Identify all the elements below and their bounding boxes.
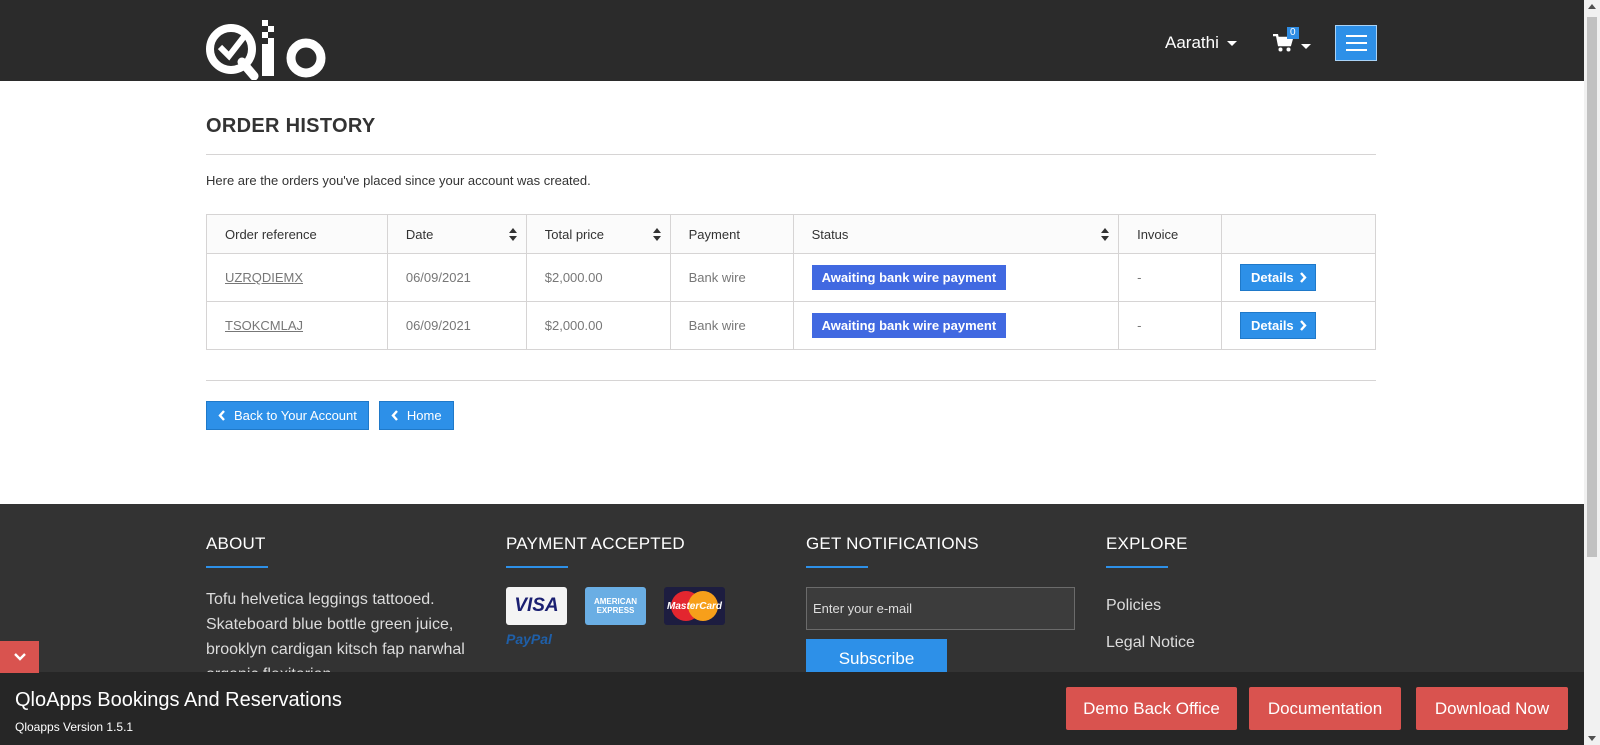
title-underline xyxy=(806,566,868,568)
order-date: 06/09/2021 xyxy=(386,253,527,302)
paypal-icon: PayPal xyxy=(506,631,725,647)
order-reference-cell: UZRQDIEMX xyxy=(206,253,388,302)
chevron-down-icon xyxy=(1226,40,1237,46)
header-payment: Payment xyxy=(669,214,794,254)
order-payment: Bank wire xyxy=(669,301,794,350)
scroll-down-arrow-icon[interactable] xyxy=(1588,736,1596,741)
back-to-account-label: Back to Your Account xyxy=(234,408,357,423)
footer-payment: PAYMENT ACCEPTED VISA AMERICAN EXPRESS M… xyxy=(506,534,725,647)
policies-link[interactable]: Policies xyxy=(1106,587,1316,624)
amex-card-icon: AMERICAN EXPRESS xyxy=(585,587,646,625)
demo-back-office-button[interactable]: Demo Back Office xyxy=(1066,687,1237,730)
demo-bar: QloApps Bookings And Reservations Qloapp… xyxy=(0,672,1584,745)
title-underline xyxy=(1106,566,1168,568)
chevron-left-icon xyxy=(391,410,398,421)
legal-notice-link[interactable]: Legal Notice xyxy=(1106,624,1316,661)
page-title: ORDER HISTORY xyxy=(206,115,1376,155)
section-divider xyxy=(206,380,1376,381)
order-reference-cell: TSOKCMLAJ xyxy=(206,301,388,350)
order-reference-link[interactable]: UZRQDIEMX xyxy=(225,270,303,285)
header-order-reference: Order reference xyxy=(206,214,388,254)
sort-icon[interactable] xyxy=(652,228,661,241)
order-total: $2,000.00 xyxy=(525,253,671,302)
header-invoice: Invoice xyxy=(1118,214,1223,254)
header-total-label: Total price xyxy=(544,226,604,242)
collapse-demo-bar-button[interactable] xyxy=(0,641,39,673)
order-total: $2,000.00 xyxy=(525,301,671,350)
back-to-account-button[interactable]: Back to Your Account xyxy=(206,401,369,430)
footer-explore-title: EXPLORE xyxy=(1106,534,1188,553)
footer-nav-buttons: Back to Your Account Home xyxy=(206,401,1376,430)
intro-text: Here are the orders you've placed since … xyxy=(206,173,591,188)
order-payment: Bank wire xyxy=(669,253,794,302)
details-label: Details xyxy=(1251,318,1294,333)
order-date: 06/09/2021 xyxy=(386,301,527,350)
demo-bar-title: QloApps Bookings And Reservations xyxy=(15,689,342,711)
order-invoice: - xyxy=(1118,253,1223,302)
chevron-left-icon xyxy=(218,410,225,421)
page-scrollbar[interactable] xyxy=(1584,0,1600,745)
home-button[interactable]: Home xyxy=(378,401,454,430)
details-button[interactable]: Details xyxy=(1240,264,1316,291)
header-actions xyxy=(1221,214,1376,254)
header-date[interactable]: Date xyxy=(386,214,527,254)
header-total-price[interactable]: Total price xyxy=(525,214,671,254)
home-label: Home xyxy=(406,408,442,423)
sort-icon[interactable] xyxy=(1101,228,1110,241)
qlo-logo[interactable] xyxy=(206,18,332,81)
footer-payment-title: PAYMENT ACCEPTED xyxy=(506,534,685,553)
demo-bar-version: Qloapps Version 1.5.1 xyxy=(15,720,134,734)
top-header: Aarathi 0 xyxy=(0,0,1584,81)
hamburger-icon-line xyxy=(1345,35,1367,37)
email-field[interactable] xyxy=(806,587,1075,630)
user-account-menu[interactable]: Aarathi xyxy=(1165,33,1237,53)
table-header-row: Order reference Date Total price Payment… xyxy=(206,214,1376,254)
cart-button[interactable]: 0 xyxy=(1273,27,1313,58)
title-underline xyxy=(206,566,268,568)
chevron-right-icon xyxy=(1299,272,1307,283)
table-row: TSOKCMLAJ 06/09/2021 $2,000.00 Bank wire… xyxy=(206,301,1376,350)
header-date-label: Date xyxy=(405,226,434,242)
order-actions-cell: Details xyxy=(1221,301,1376,350)
visa-label: VISA xyxy=(514,595,559,616)
hamburger-icon-line xyxy=(1345,42,1367,44)
status-badge: Awaiting bank wire payment xyxy=(811,313,1007,338)
status-badge: Awaiting bank wire payment xyxy=(811,265,1007,290)
order-invoice: - xyxy=(1118,301,1223,350)
main-content: ORDER HISTORY Here are the orders you've… xyxy=(206,81,1376,430)
visa-card-icon: VISA xyxy=(506,587,567,625)
hamburger-icon-line xyxy=(1345,49,1367,51)
details-label: Details xyxy=(1251,270,1294,285)
scroll-up-arrow-icon[interactable] xyxy=(1588,4,1596,9)
footer-notifications-title: GET NOTIFICATIONS xyxy=(806,534,979,553)
header-status-label: Status xyxy=(811,226,849,242)
download-now-button[interactable]: Download Now xyxy=(1416,687,1568,730)
table-row: UZRQDIEMX 06/09/2021 $2,000.00 Bank wire… xyxy=(206,253,1376,302)
scrollbar-thumb[interactable] xyxy=(1587,17,1597,557)
mastercard-icon: MasterCard xyxy=(664,587,725,625)
title-underline xyxy=(506,566,568,568)
order-reference-link[interactable]: TSOKCMLAJ xyxy=(225,318,303,333)
header-status[interactable]: Status xyxy=(792,214,1120,254)
footer-notifications: GET NOTIFICATIONS Subscribe xyxy=(806,534,1075,679)
paypal-label: PayPal xyxy=(506,631,552,647)
chevron-right-icon xyxy=(1299,320,1307,331)
order-status-cell: Awaiting bank wire payment xyxy=(792,301,1120,350)
user-name: Aarathi xyxy=(1165,33,1219,52)
sort-icon[interactable] xyxy=(508,228,517,241)
details-button[interactable]: Details xyxy=(1240,312,1316,339)
mastercard-label: MasterCard xyxy=(666,600,723,612)
order-actions-cell: Details xyxy=(1221,253,1376,302)
footer-about-title: ABOUT xyxy=(206,534,266,553)
chevron-down-icon xyxy=(1301,44,1311,49)
documentation-button[interactable]: Documentation xyxy=(1249,687,1401,730)
chevron-down-icon xyxy=(13,653,26,661)
cart-count-badge: 0 xyxy=(1287,27,1299,39)
footer-about: ABOUT Tofu helvetica leggings tattooed. … xyxy=(206,534,476,687)
order-history-table: Order reference Date Total price Payment… xyxy=(206,214,1376,350)
order-status-cell: Awaiting bank wire payment xyxy=(792,253,1120,302)
menu-toggle-button[interactable] xyxy=(1335,25,1377,61)
amex-label: AMERICAN EXPRESS xyxy=(593,597,638,615)
payment-cards: VISA AMERICAN EXPRESS MasterCard xyxy=(506,587,725,625)
